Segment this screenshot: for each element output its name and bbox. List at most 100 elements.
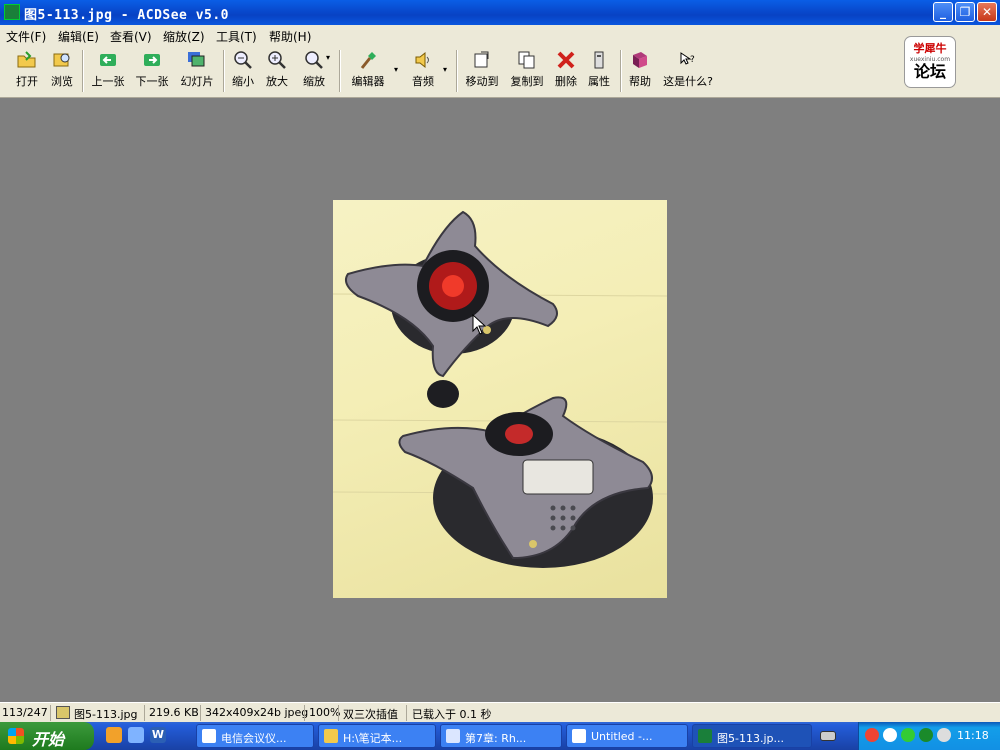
folder-icon <box>324 729 338 743</box>
task-button-1[interactable]: 电信会议仪... <box>196 724 314 748</box>
folder-open-icon <box>17 51 36 68</box>
zoom-in-button[interactable]: 放大 <box>262 48 292 94</box>
speaker-icon <box>415 51 429 69</box>
copy-to-label: 复制到 <box>510 75 544 88</box>
zoom-out-button[interactable]: 缩小 <box>228 48 258 94</box>
paintbrush-icon <box>360 52 376 69</box>
open-label: 打开 <box>16 75 38 88</box>
editor-dropdown-arrow[interactable]: ▾ <box>394 65 398 74</box>
rhino-icon <box>572 729 586 743</box>
task-button-5[interactable]: 图5-113.jp... <box>692 724 812 748</box>
bottom-phone <box>398 396 653 568</box>
menu-file[interactable]: 文件(F) <box>6 28 46 45</box>
zoom-dropdown-arrow[interactable]: ▾ <box>326 53 330 62</box>
delete-button[interactable]: 删除 <box>552 48 580 94</box>
word-doc-icon <box>446 729 460 743</box>
delete-label: 删除 <box>555 75 577 88</box>
status-position: 113/247 <box>2 706 48 719</box>
tray-icon-5[interactable] <box>937 728 951 742</box>
copy-to-button[interactable]: 复制到 <box>507 48 547 94</box>
properties-icon <box>594 51 604 69</box>
quicklaunch-app-icon[interactable] <box>128 727 144 743</box>
copy-to-icon <box>518 51 535 69</box>
zoom-label: 缩放 <box>303 75 325 88</box>
status-filename: 图5-113.jpg <box>74 708 138 721</box>
properties-label: 属性 <box>588 75 610 88</box>
minimize-button[interactable]: _ <box>933 2 953 22</box>
task-button-4[interactable]: Untitled -... <box>566 724 688 748</box>
editor-button[interactable]: 编辑器 <box>346 48 390 94</box>
task-button-3[interactable]: 第7章: Rh... <box>440 724 562 748</box>
clock[interactable]: 11:18 <box>957 729 989 742</box>
xuexiniu-forum-logo: 学犀牛 xuexiniu.com 论坛 <box>904 36 956 88</box>
slideshow-button[interactable]: 幻灯片 <box>176 48 218 94</box>
previous-image-button[interactable]: 上一张 <box>88 48 128 94</box>
tray-icon-3[interactable] <box>901 728 915 742</box>
audio-dropdown-arrow[interactable]: ▾ <box>443 65 447 74</box>
menu-tools[interactable]: 工具(T) <box>216 28 257 45</box>
windows-logo-icon <box>8 728 24 744</box>
task-label-2: H:\笔记本... <box>343 732 403 745</box>
tray-icon-4[interactable] <box>919 728 933 742</box>
magnifier-icon <box>305 51 323 69</box>
task-button-2[interactable]: H:\笔记本... <box>318 724 436 748</box>
task-label-1: 电信会议仪... <box>221 732 287 745</box>
toolbar: 打开 浏览 上一张 下一张 幻灯片 缩小 放大 缩放 ▾ 编辑器 ▾ 音频 ▾ <box>0 45 1000 98</box>
tray-icon-2[interactable] <box>883 728 897 742</box>
arrow-left-icon <box>100 54 116 66</box>
acdsee-app-icon[interactable] <box>4 4 20 20</box>
delete-x-icon <box>557 51 575 69</box>
top-phone <box>345 210 558 408</box>
menu-help[interactable]: 帮助(H) <box>269 28 311 45</box>
move-to-label: 移动到 <box>465 75 499 88</box>
menu-edit[interactable]: 编辑(E) <box>58 28 99 45</box>
zoom-out-icon <box>234 51 252 69</box>
title-bar[interactable]: 图5-113.jpg - ACDSee v5.0 _ ❐ ✕ <box>0 0 1000 25</box>
slideshow-icon <box>188 52 205 67</box>
window-title: 图5-113.jpg - ACDSee v5.0 <box>24 8 230 23</box>
open-button[interactable]: 打开 <box>10 48 44 94</box>
help-button[interactable]: 帮助 <box>626 48 654 94</box>
audio-label: 音频 <box>412 75 434 88</box>
image-viewer[interactable] <box>0 98 1000 701</box>
conference-phone-illustration <box>333 210 667 568</box>
next-image-button[interactable]: 下一张 <box>132 48 172 94</box>
editor-label: 编辑器 <box>351 75 385 88</box>
properties-button[interactable]: 属性 <box>585 48 613 94</box>
browse-button[interactable]: 浏览 <box>46 48 78 94</box>
zoom-out-label: 缩小 <box>232 75 254 88</box>
menu-view[interactable]: 查看(V) <box>110 28 152 45</box>
status-zoom: 100% <box>309 706 341 719</box>
system-tray: 11:18 <box>858 722 1000 750</box>
start-label: 开始 <box>32 730 65 749</box>
keyboard-icon[interactable] <box>820 731 836 741</box>
audio-button[interactable]: 音频 <box>406 48 440 94</box>
status-loadtime: 已载入于 0.1 秒 <box>412 708 492 721</box>
move-to-icon <box>474 51 489 68</box>
move-to-button[interactable]: 移动到 <box>462 48 502 94</box>
whats-this-button[interactable]: ? 这是什么? <box>660 48 716 94</box>
zoom-in-icon <box>268 51 286 69</box>
status-bar: 113/247 图5-113.jpg 219.6 KB 342x409x24b … <box>0 702 1000 723</box>
restore-button[interactable]: ❐ <box>955 2 975 22</box>
status-interpolation: 双三次插值 <box>343 708 398 721</box>
quicklaunch-firefox-icon[interactable] <box>106 727 122 743</box>
browse-icon <box>53 53 70 67</box>
displayed-photo <box>333 200 667 598</box>
acdsee-task-icon <box>698 729 712 743</box>
quicklaunch-word-icon[interactable]: W <box>150 727 166 743</box>
menu-zoom[interactable]: 缩放(Z) <box>163 28 205 45</box>
zoom-in-label: 放大 <box>266 75 288 88</box>
status-imageinfo: 342x409x24b jpeg <box>205 706 309 719</box>
task-label-5: 图5-113.jp... <box>717 732 784 745</box>
whats-this-label: 这是什么? <box>663 75 713 88</box>
logo-cn-name: 学犀牛 <box>913 42 947 55</box>
help-label: 帮助 <box>629 75 651 88</box>
previous-label: 上一张 <box>91 75 125 88</box>
taskbar: 开始 W 电信会议仪... H:\笔记本... 第7章: Rh... Untit… <box>0 722 1000 750</box>
close-button[interactable]: ✕ <box>977 2 997 22</box>
tray-icon-1[interactable] <box>865 728 879 742</box>
task-label-4: Untitled -... <box>591 730 653 743</box>
next-label: 下一张 <box>135 75 169 88</box>
start-button[interactable]: 开始 <box>0 722 94 750</box>
